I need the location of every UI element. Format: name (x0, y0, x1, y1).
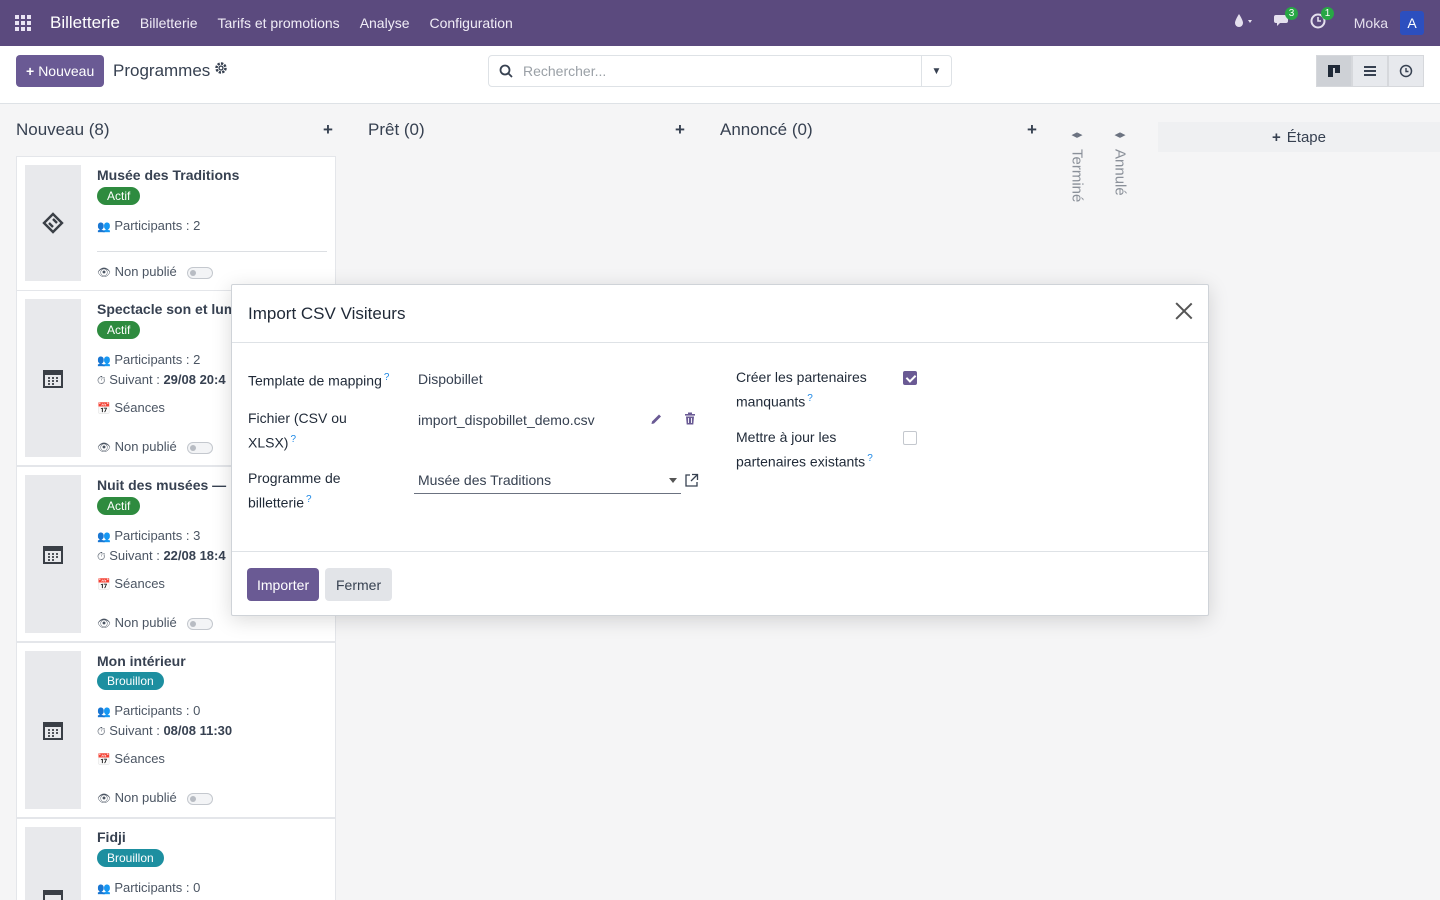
dialog-header: Import CSV Visiteurs (232, 285, 1208, 343)
help-tooltip-icon[interactable]: ? (384, 372, 390, 383)
close-button[interactable]: Fermer (325, 568, 393, 601)
import-button[interactable]: Importer (247, 568, 320, 601)
program-field-label: Programme de billetterie? (248, 470, 341, 511)
file-field-label: Fichier (CSV ou XLSX)? (248, 410, 347, 451)
template-field-value: Dispobillet (418, 371, 483, 387)
help-tooltip-icon[interactable]: ? (867, 453, 873, 464)
program-select-value: Musée des Traditions (418, 472, 552, 488)
create-partners-label: Créer les partenaires manquants? (736, 369, 867, 410)
file-field-value: import_dispobillet_demo.csv (418, 412, 595, 428)
update-partners-label: Mettre à jour les partenaires existants? (736, 429, 873, 470)
update-partners-checkbox[interactable] (903, 431, 917, 445)
external-link-icon[interactable] (684, 473, 699, 491)
dialog-title: Import CSV Visiteurs (248, 304, 406, 323)
help-tooltip-icon[interactable]: ? (306, 494, 312, 505)
help-tooltip-icon[interactable]: ? (807, 393, 813, 404)
template-field-label: Template de mapping? (248, 372, 390, 389)
close-icon[interactable] (1174, 301, 1194, 321)
dialog-footer: Importer Fermer (232, 551, 1208, 616)
pencil-icon[interactable] (650, 412, 663, 428)
import-csv-dialog: Import CSV Visiteurs Template de mapping… (231, 284, 1209, 616)
chevron-down-icon (669, 478, 677, 483)
program-select[interactable]: Musée des Traditions (414, 470, 681, 494)
create-partners-checkbox[interactable] (903, 371, 917, 385)
trash-icon[interactable] (684, 412, 696, 428)
help-tooltip-icon[interactable]: ? (290, 434, 296, 445)
